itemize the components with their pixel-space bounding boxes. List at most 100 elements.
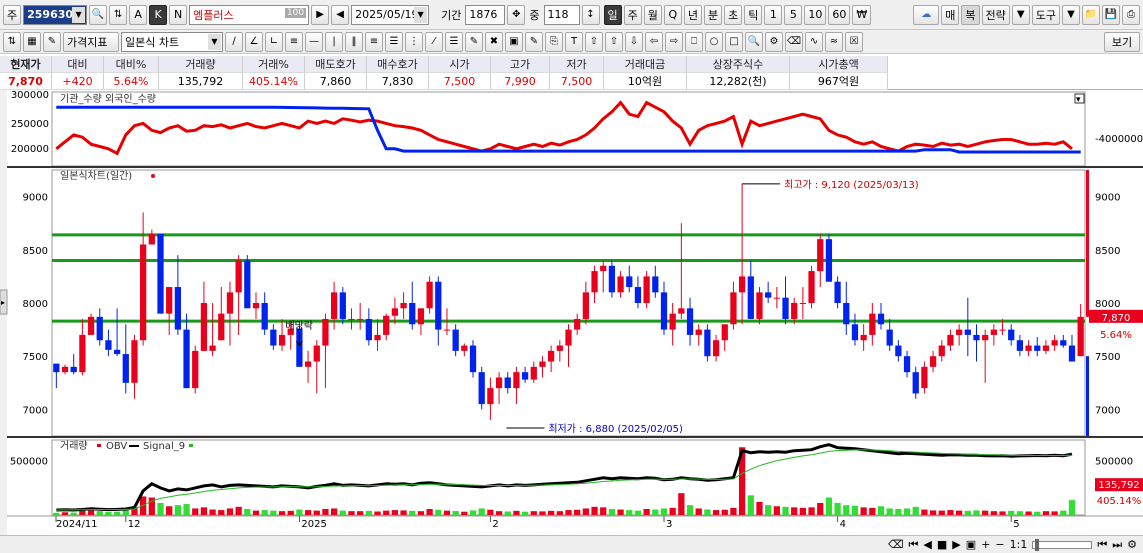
cycle-icon[interactable]: ⋮ <box>405 31 423 52</box>
arrow-left-icon[interactable]: ⇦ <box>645 31 663 52</box>
sort-icon[interactable]: ⇅ <box>109 4 128 25</box>
code-dropdown-icon[interactable]: ▼ <box>72 6 86 23</box>
stock-chart[interactable]: 기관_수량 외국인_수량300000250000200000-4000000▾ … <box>0 90 1143 535</box>
settings-icon[interactable]: ⚙ <box>1127 538 1137 551</box>
interval-5-tab[interactable]: 5 <box>784 4 803 25</box>
interval-60-tab[interactable]: 60 <box>828 4 851 25</box>
search-icon[interactable]: 🔍 <box>89 4 108 25</box>
save-icon[interactable]: 💾 <box>1102 4 1120 25</box>
chart-type-arrow-icon[interactable]: ▼ <box>208 33 221 50</box>
zoom-slider[interactable] <box>1032 538 1093 551</box>
candle-body-81 <box>756 292 763 319</box>
parallel-icon[interactable]: ⁄ <box>425 31 443 52</box>
arrow-down-icon[interactable]: ⇩ <box>625 31 643 52</box>
volume-bar-87 <box>808 507 815 515</box>
vertical-line-icon[interactable]: | <box>325 31 343 52</box>
pitchfork-icon[interactable]: ☰ <box>445 31 463 52</box>
arrow-right-icon[interactable]: ⇨ <box>665 31 683 52</box>
cross-tool-icon[interactable]: ✖ <box>485 31 503 52</box>
magnet-icon[interactable]: ⚙ <box>765 31 783 52</box>
zoom-in-icon[interactable]: + <box>981 538 990 551</box>
interval-second-tab[interactable]: 초 <box>724 4 743 25</box>
letter-K-button[interactable]: K <box>149 4 168 25</box>
fit-icon[interactable]: ▣ <box>966 538 976 551</box>
chart-type-dropdown[interactable]: 일본식 차트 ▼ <box>121 31 223 52</box>
play-icon[interactable]: ▶ <box>311 4 330 25</box>
market-type-button[interactable]: 주 <box>3 4 22 25</box>
back-icon[interactable]: ◀ <box>331 4 350 25</box>
interval-1-tab[interactable]: 1 <box>764 4 783 25</box>
interval-10-tab[interactable]: 10 <box>804 4 827 25</box>
channel-icon[interactable]: ‖ <box>345 31 363 52</box>
strategy-button[interactable]: 전략 <box>981 4 1010 25</box>
buy-sell-button[interactable]: 매 <box>941 4 960 25</box>
sort-up-down-icon[interactable]: ⇅ <box>3 31 21 52</box>
count-input[interactable]: 118 <box>543 4 580 25</box>
indicator-dropdown[interactable]: 가격지표 <box>63 31 119 52</box>
date-dropdown-icon[interactable]: ▼ <box>414 6 428 23</box>
grid-icon[interactable]: ▦ <box>23 31 41 52</box>
square-icon[interactable]: □ <box>725 31 743 52</box>
tools-dropdown-icon[interactable]: ▼ <box>1062 4 1080 25</box>
print-icon[interactable]: ⎙ <box>1122 4 1140 25</box>
gann-icon[interactable]: ☰ <box>385 31 403 52</box>
rewind-icon[interactable]: ⏮ <box>909 538 919 552</box>
candle-body-76 <box>712 340 720 357</box>
arrow-up-icon[interactable]: ⇧ <box>605 31 623 52</box>
volume-bar-49 <box>478 508 485 515</box>
stop-icon[interactable]: ■ <box>937 538 947 551</box>
memo-icon[interactable]: ⎕ <box>685 31 703 52</box>
arrow-box-icon[interactable]: ⇧ <box>585 31 603 52</box>
zoom-out-icon[interactable]: − <box>995 538 1004 551</box>
interval-minute-tab[interactable]: 분 <box>704 4 723 25</box>
crosshair-icon[interactable]: ✥ <box>507 4 526 25</box>
fibonacci-icon[interactable]: ≡ <box>365 31 383 52</box>
text-icon[interactable]: T <box>565 31 583 52</box>
view-button[interactable]: 보기 <box>1104 31 1140 52</box>
circle-icon[interactable]: ○ <box>705 31 723 52</box>
wave2-icon[interactable]: ≈ <box>825 31 843 52</box>
strategy-dropdown-icon[interactable]: ▼ <box>1011 4 1030 25</box>
next-icon[interactable]: ▶ <box>952 538 960 551</box>
first-icon[interactable]: ⏮ <box>1097 538 1107 552</box>
interval-month-tab[interactable]: 월 <box>643 4 662 25</box>
letter-N-button[interactable]: N <box>169 4 188 25</box>
prev-icon[interactable]: ◀ <box>923 538 931 551</box>
zoom-slider-thumb[interactable] <box>1035 538 1040 551</box>
folder-icon[interactable]: 📁 <box>1082 4 1100 25</box>
period-input[interactable]: 1876 <box>465 4 506 25</box>
angle-icon[interactable]: ∠ <box>245 31 263 52</box>
candle-body-40 <box>400 303 407 309</box>
pen-icon[interactable]: ✎ <box>465 31 483 52</box>
cloud-icon[interactable]: ☁ <box>913 4 940 25</box>
currency-button[interactable]: ₩ <box>852 4 872 25</box>
last-icon[interactable]: ⏭ <box>1112 538 1122 552</box>
date-input[interactable]: 2025/05/19 ▼ <box>351 4 430 25</box>
quote-header-12: 시가총액 <box>790 56 888 73</box>
eraser-icon[interactable]: ⌫ <box>785 31 803 52</box>
interval-day-tab[interactable]: 일 <box>603 4 622 25</box>
palette-icon[interactable]: ▣ <box>505 31 523 52</box>
copy-icon[interactable]: ⎘ <box>545 31 563 52</box>
interval-quarter-tab[interactable]: Q <box>663 4 682 25</box>
trendline-icon[interactable]: ∕ <box>225 31 243 52</box>
stock-name-field[interactable]: 엠플러스 100 <box>189 4 310 25</box>
edit-icon[interactable]: ✎ <box>43 31 61 52</box>
letter-A-button[interactable]: A <box>129 4 148 25</box>
duplicate-button[interactable]: 복 <box>961 4 980 25</box>
zoom-icon[interactable]: 🔍 <box>745 31 763 52</box>
candle-body-11 <box>148 233 155 245</box>
stock-code-input[interactable]: 259630 ▼ <box>23 4 88 25</box>
interval-tick-tab[interactable]: 틱 <box>744 4 763 25</box>
interval-week-tab[interactable]: 주 <box>623 4 642 25</box>
fan-icon[interactable]: ∟ <box>265 31 283 52</box>
scroll-lock-icon[interactable]: ⌫ <box>888 538 904 551</box>
horizontal-line-icon[interactable]: — <box>305 31 323 52</box>
fibonacci-fan-icon[interactable]: ≡ <box>285 31 303 52</box>
note-icon[interactable]: ✎ <box>525 31 543 52</box>
delete-icon[interactable]: ☒ <box>845 31 863 52</box>
wave-icon[interactable]: ∿ <box>805 31 823 52</box>
tools-button[interactable]: 도구 <box>1031 4 1060 25</box>
interval-year-tab[interactable]: 년 <box>683 4 702 25</box>
count-spin-icon[interactable]: ↕ <box>581 4 600 25</box>
